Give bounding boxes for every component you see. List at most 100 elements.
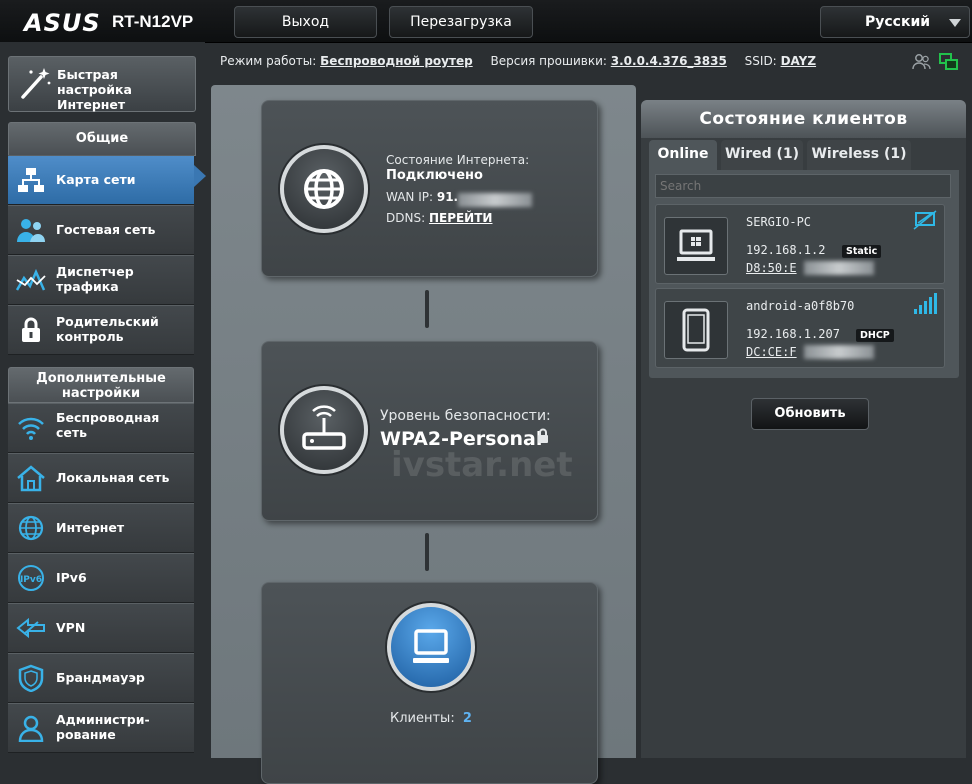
sidebar-item-label: VPN (56, 620, 86, 635)
logout-button[interactable]: Выход (234, 6, 377, 38)
client-row[interactable]: SERGIO-PC 192.168.1.2 Static D8:50:E (655, 204, 945, 284)
network-status-icon[interactable] (939, 52, 959, 72)
clients-card[interactable]: Клиенты: 2 (261, 582, 598, 784)
client-name: SERGIO-PC (746, 215, 812, 229)
wan-ip-row: WAN IP: 91. (386, 190, 458, 204)
client-type-badge: Static (842, 245, 882, 258)
sidebar-item-parental-control[interactable]: Родительский контроль (8, 305, 194, 355)
watermark-text: ivstar.net (391, 445, 573, 485)
client-status-panel: Состояние клиентов Online Wired (1) Wire… (641, 100, 966, 758)
reboot-button[interactable]: Перезагрузка (389, 6, 533, 38)
sidebar-item-vpn[interactable]: VPN (8, 603, 194, 653)
network-map-icon (16, 166, 46, 194)
sidebar-item-firewall[interactable]: Брандмауэр (8, 653, 194, 703)
ddns-label: DDNS: (386, 211, 426, 225)
sidebar-item-label: IPv6 (56, 570, 87, 585)
top-bar: ASUS RT-N12VP Выход Перезагрузка Русский (0, 0, 972, 43)
active-item-pointer (194, 165, 206, 187)
globe-icon (304, 169, 344, 209)
client-name: android-a0f8b70 (746, 299, 855, 313)
status-icons (912, 52, 962, 77)
pc-device-box (664, 217, 728, 275)
chevron-down-icon (949, 19, 961, 27)
sidebar-item-administration[interactable]: Администри-рование (8, 703, 194, 753)
router-security-card[interactable]: Уровень безопасности: WPA2-Personal (261, 341, 598, 521)
client-ip: 192.168.1.2 (746, 243, 826, 257)
status-line: Режим работы: Беспроводной роутер Версия… (220, 54, 830, 68)
client-search-input[interactable] (655, 174, 951, 198)
refresh-button[interactable]: Обновить (751, 398, 869, 430)
clients-count-row: Клиенты: 2 (390, 711, 472, 726)
router-model: RT-N12VP (112, 12, 194, 31)
pc-windows-icon (677, 229, 715, 261)
wireless-icon (16, 414, 46, 442)
sidebar-item-guest-network[interactable]: Гостевая сеть (8, 205, 194, 255)
clients-count[interactable]: 2 (463, 711, 472, 726)
mode-link[interactable]: Беспроводной роутер (320, 54, 473, 68)
quick-setup-label: Быстрая настройка Интернет (57, 67, 132, 112)
svg-text:IPv6: IPv6 (20, 575, 42, 585)
connector-line (425, 533, 429, 571)
mac-redaction (804, 261, 874, 275)
tab-online[interactable]: Online (649, 140, 717, 170)
asus-logo: ASUS (24, 9, 101, 37)
internet-status-value: Подключено (386, 168, 483, 183)
internet-globe-button[interactable] (280, 145, 368, 233)
wired-connection-icon (912, 209, 940, 235)
router-button[interactable] (280, 386, 368, 474)
language-select[interactable]: Русский (820, 6, 970, 38)
ddns-row: DDNS: ПЕРЕЙТИ (386, 211, 492, 225)
wan-ip-redaction (458, 193, 532, 207)
connector-line (425, 290, 429, 328)
ddns-link[interactable]: ПЕРЕЙТИ (429, 211, 493, 225)
traffic-manager-icon (15, 266, 46, 294)
sidebar-item-label: Диспетчер трафика (56, 264, 134, 294)
mode-label: Режим работы: (220, 54, 317, 68)
sidebar-item-traffic-manager[interactable]: Диспетчер трафика (8, 255, 194, 305)
client-type-badge: DHCP (856, 329, 894, 342)
firewall-shield-icon (16, 664, 46, 693)
wan-ip-value: 91. (436, 190, 459, 204)
smartphone-icon (682, 308, 710, 352)
admin-user-icon (16, 714, 46, 743)
general-section-header: Общие (8, 122, 196, 156)
sidebar: Быстрая настройка Интернет Общие Карта с… (0, 42, 206, 758)
sidebar-item-lan[interactable]: Локальная сеть (8, 453, 194, 503)
tab-wireless[interactable]: Wireless (1) (807, 140, 911, 170)
internet-status-label: Состояние Интернета: (386, 153, 530, 167)
sidebar-item-internet[interactable]: Интернет (8, 503, 194, 553)
parental-control-icon (16, 316, 46, 344)
firmware-label: Версия прошивки: (490, 54, 607, 68)
sidebar-item-label: Интернет (56, 520, 125, 535)
lan-home-icon (16, 464, 46, 492)
users-icon[interactable] (912, 52, 932, 72)
ipv6-icon: IPv6 (16, 564, 46, 592)
sidebar-item-label: Локальная сеть (56, 470, 170, 485)
client-row[interactable]: android-a0f8b70 192.168.1.207 DHCP DC:CE… (655, 288, 945, 368)
sidebar-item-ipv6[interactable]: IPv6 IPv6 (8, 553, 194, 603)
language-value: Русский (865, 14, 931, 30)
clients-button[interactable] (387, 603, 475, 691)
client-ip: 192.168.1.207 (746, 327, 840, 341)
magic-wand-icon (17, 65, 53, 101)
quick-setup-button[interactable]: Быстрая настройка Интернет (8, 56, 196, 112)
client-mac[interactable]: D8:50:E (746, 261, 797, 275)
wan-ip-label: WAN IP: (386, 190, 434, 204)
sidebar-item-label: Администри-рование (56, 712, 150, 742)
internet-status-card[interactable]: Состояние Интернета: Подключено WAN IP: … (261, 100, 598, 277)
vpn-icon (16, 614, 46, 642)
tab-wired[interactable]: Wired (1) (721, 140, 803, 170)
mac-redaction (804, 345, 874, 359)
sidebar-item-wireless[interactable]: Беспроводная сеть (8, 403, 194, 453)
firmware-link[interactable]: 3.0.0.4.376_3835 (611, 54, 727, 68)
globe-icon (16, 514, 46, 542)
computer-icon (413, 629, 449, 663)
phone-device-box (664, 301, 728, 359)
ssid-link[interactable]: DAYZ (781, 54, 817, 68)
client-list: SERGIO-PC 192.168.1.2 Static D8:50:E and… (649, 170, 959, 378)
sidebar-item-network-map[interactable]: Карта сети (8, 155, 194, 205)
ssid-label: SSID: (744, 54, 777, 68)
clients-label: Клиенты: (390, 711, 455, 726)
client-mac[interactable]: DC:CE:F (746, 345, 797, 359)
sidebar-item-label: Карта сети (56, 172, 136, 187)
